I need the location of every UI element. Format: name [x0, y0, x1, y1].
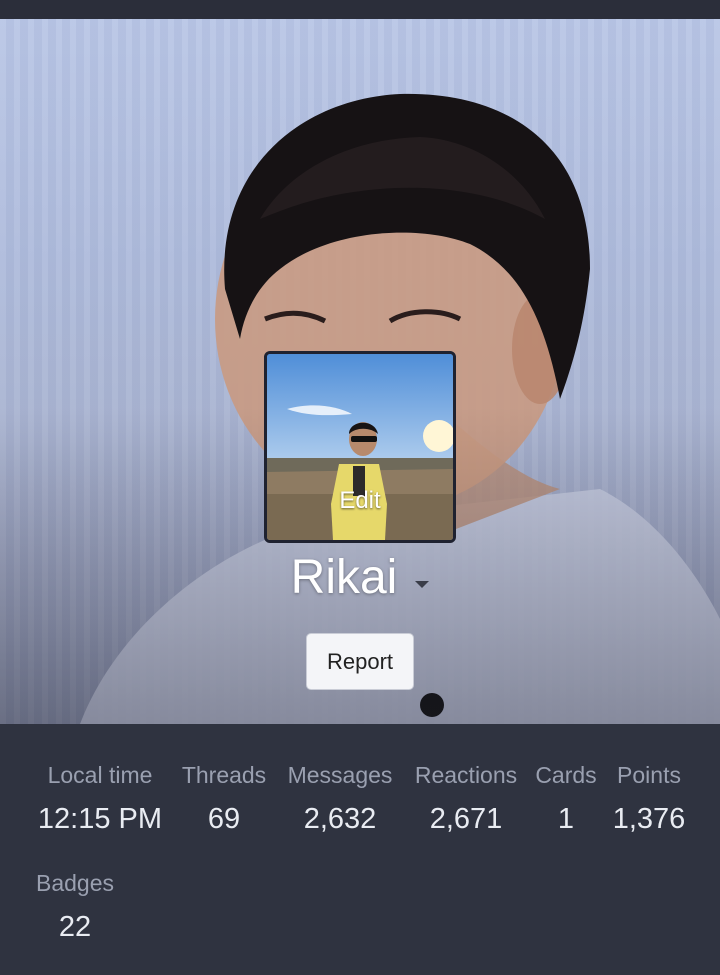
avatar[interactable]: Edit	[264, 351, 456, 543]
stat-badges[interactable]: Badges 22	[30, 870, 120, 944]
stat-messages[interactable]: Messages 2,632	[280, 762, 400, 836]
stat-value[interactable]: 2,671	[406, 803, 526, 836]
stat-value[interactable]: 69	[176, 803, 272, 836]
stat-label: Threads	[181, 762, 267, 788]
report-button[interactable]: Report	[306, 633, 414, 690]
stat-cards[interactable]: Cards 1	[530, 762, 602, 836]
stat-threads[interactable]: Threads 69	[176, 762, 272, 836]
stat-label: Points	[617, 762, 681, 788]
stat-label: Badges	[35, 870, 114, 896]
stat-value[interactable]: 2,632	[280, 803, 400, 836]
username-row[interactable]: Rikai	[0, 548, 720, 608]
stat-reactions[interactable]: Reactions 2,671	[406, 762, 526, 836]
stat-value[interactable]: 1,376	[604, 803, 694, 836]
stat-points[interactable]: Points 1,376	[604, 762, 694, 836]
username[interactable]: Rikai	[291, 548, 398, 608]
stat-value[interactable]: 22	[30, 911, 120, 944]
caret-down-icon[interactable]	[415, 580, 430, 588]
profile-stats: Local time 12:15 PM Threads 69 Messages …	[0, 724, 720, 975]
stat-label: Local time	[47, 762, 153, 788]
avatar-edit-label[interactable]: Edit	[267, 487, 453, 515]
stat-label: Reactions	[414, 762, 518, 788]
top-bar	[0, 0, 720, 19]
stat-local-time: Local time 12:15 PM	[30, 762, 170, 836]
stat-value[interactable]: 1	[530, 803, 602, 836]
stat-label: Messages	[287, 762, 393, 788]
stat-value: 12:15 PM	[37, 803, 163, 835]
stat-label: Cards	[535, 762, 597, 788]
